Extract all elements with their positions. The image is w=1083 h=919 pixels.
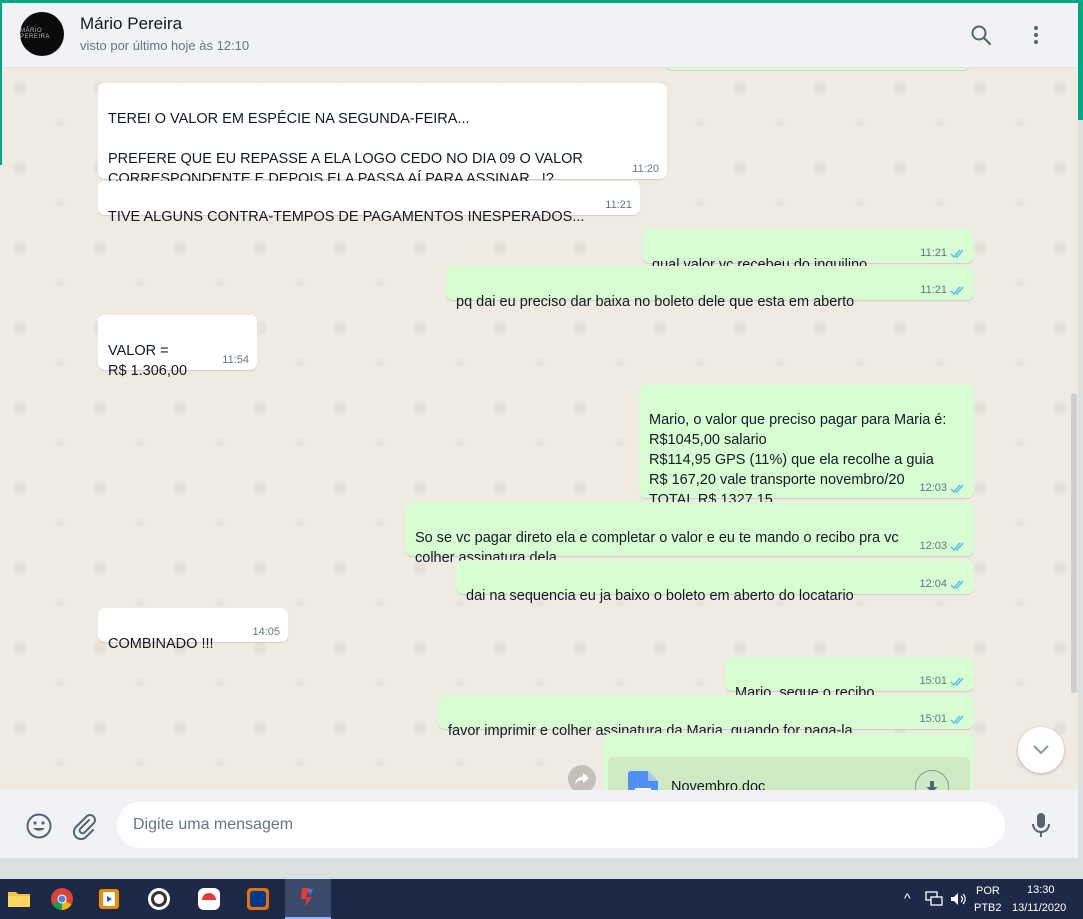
forward-button[interactable] (568, 765, 596, 790)
system-tray: ^ POR PTB2 13:30 13/11/2020 (900, 879, 1083, 919)
keyboard-layout-indicator[interactable]: PTB2 (974, 902, 1002, 914)
emoji-icon[interactable] (25, 812, 53, 840)
taskbar-media-player[interactable] (90, 883, 128, 915)
microphone-icon[interactable] (1028, 811, 1054, 839)
window-accent-right (1078, 0, 1083, 120)
attach-paperclip-icon[interactable] (70, 812, 98, 840)
read-ticks-icon (950, 677, 964, 686)
chrome-icon (51, 888, 73, 910)
message-list[interactable]: TEREI O VALOR EM ESPÉCIE NA SEGUNDA-FEIR… (0, 68, 1078, 790)
window-accent-left (0, 0, 2, 165)
read-ticks-icon (950, 715, 964, 724)
forward-icon (575, 773, 589, 785)
message-bubble-outgoing[interactable]: pq dai eu preciso dar baixa no boleto de… (446, 266, 974, 310)
network-icon[interactable] (925, 891, 943, 907)
message-time: 11:21 (605, 199, 632, 211)
file-attachment[interactable]: Novembro.doc (608, 757, 970, 790)
message-time: 11:20 (632, 163, 659, 175)
scrollbar-thumb[interactable] (1071, 393, 1077, 693)
whatsapp-window: MÁRIO PEREIRA Mário Pereira visto por úl… (0, 0, 1078, 858)
menu-dots-icon[interactable] (1024, 23, 1048, 47)
taskbar-app-red[interactable] (190, 883, 228, 915)
message-bubble-incoming[interactable]: TIVE ALGUNS CONTRA-TEMPOS DE PAGAMENTOS … (98, 181, 640, 225)
chevron-down-icon (1033, 745, 1049, 755)
taskbar-app-active[interactable] (285, 879, 331, 919)
window-accent-top (0, 0, 1083, 3)
media-player-icon (99, 889, 119, 909)
download-icon (926, 781, 938, 790)
message-time: 12:03 (919, 540, 947, 552)
read-ticks-icon (950, 580, 964, 589)
taskbar-app-itau[interactable] (239, 883, 277, 915)
message-time: 14:05 (252, 626, 280, 638)
contact-name[interactable]: Mário Pereira (80, 14, 182, 34)
message-bubble-outgoing[interactable]: So se vc pagar direto ela e completar o … (405, 502, 974, 566)
app-red-icon (198, 888, 220, 910)
message-time: 11:54 (222, 354, 249, 366)
read-ticks-icon (950, 542, 964, 551)
message-bubble-outgoing[interactable]: qual valor vc recebeu do inquilino 11:21 (642, 229, 974, 273)
message-bubble-incoming[interactable]: COMBINADO !!! 14:05 (98, 608, 288, 652)
message-text: TIVE ALGUNS CONTRA-TEMPOS DE PAGAMENTOS … (108, 209, 585, 225)
folder-icon (8, 892, 30, 907)
avatar[interactable]: MÁRIO PEREIRA (20, 12, 64, 56)
scrollbar[interactable] (1070, 68, 1078, 790)
message-bubble-outgoing[interactable]: dai na sequencia eu ja baixo o boleto em… (456, 560, 974, 604)
tray-expand-icon[interactable]: ^ (904, 890, 911, 906)
message-time: 15:01 (919, 713, 947, 725)
message-time: 12:04 (919, 578, 947, 590)
whatsapp-icon (148, 888, 170, 910)
message-time: 12:03 (919, 482, 947, 494)
itau-icon (247, 888, 269, 910)
download-button[interactable] (915, 770, 949, 790)
scroll-to-bottom-button[interactable] (1018, 727, 1064, 773)
message-bubble-outgoing[interactable]: Mario, o valor que preciso pagar para Ma… (639, 384, 974, 508)
language-indicator[interactable]: POR (976, 885, 1000, 897)
chat-header: MÁRIO PEREIRA Mário Pereira visto por úl… (0, 3, 1078, 68)
read-ticks-icon (950, 249, 964, 258)
clock-date[interactable]: 13/11/2020 (1012, 902, 1066, 914)
message-bubble-partial (665, 68, 970, 70)
clock-time[interactable]: 13:30 (1027, 884, 1055, 896)
message-input[interactable] (117, 802, 1005, 848)
file-name: Novembro.doc (671, 779, 766, 790)
app-active-icon (301, 888, 313, 908)
message-text: TEREI O VALOR EM ESPÉCIE NA SEGUNDA-FEIR… (108, 111, 583, 187)
message-time: 15:01 (919, 675, 947, 687)
taskbar-chrome[interactable] (43, 883, 81, 915)
taskbar-file-explorer[interactable] (0, 883, 38, 915)
read-ticks-icon (950, 484, 964, 493)
last-seen-status: visto por último hoje às 12:10 (80, 38, 250, 53)
message-text: Mario, o valor que preciso pagar para Ma… (649, 412, 947, 508)
message-bubble-incoming[interactable]: VALOR = R$ 1.306,00 11:54 (98, 315, 257, 379)
message-bubble-outgoing[interactable]: favor imprimir e colher assinatura da Ma… (438, 695, 974, 739)
read-ticks-icon (950, 286, 964, 295)
taskbar-whatsapp[interactable] (140, 883, 178, 915)
document-icon (628, 771, 658, 790)
message-bubble-outgoing[interactable]: Mario, segue o recibo 15:01 (725, 657, 974, 701)
message-bubble-incoming[interactable]: TEREI O VALOR EM ESPÉCIE NA SEGUNDA-FEIR… (98, 83, 667, 187)
message-time: 11:21 (920, 284, 947, 296)
file-message-bubble[interactable]: Novembro.doc (604, 733, 974, 790)
windows-taskbar: ^ POR PTB2 13:30 13/11/2020 (0, 879, 1083, 919)
message-time: 11:21 (920, 247, 947, 259)
message-text: dai na sequencia eu ja baixo o boleto em… (466, 588, 854, 604)
composer-bar (0, 790, 1078, 858)
volume-icon[interactable] (949, 891, 967, 907)
message-text: pq dai eu preciso dar baixa no boleto de… (456, 294, 855, 310)
search-icon[interactable] (969, 23, 993, 47)
